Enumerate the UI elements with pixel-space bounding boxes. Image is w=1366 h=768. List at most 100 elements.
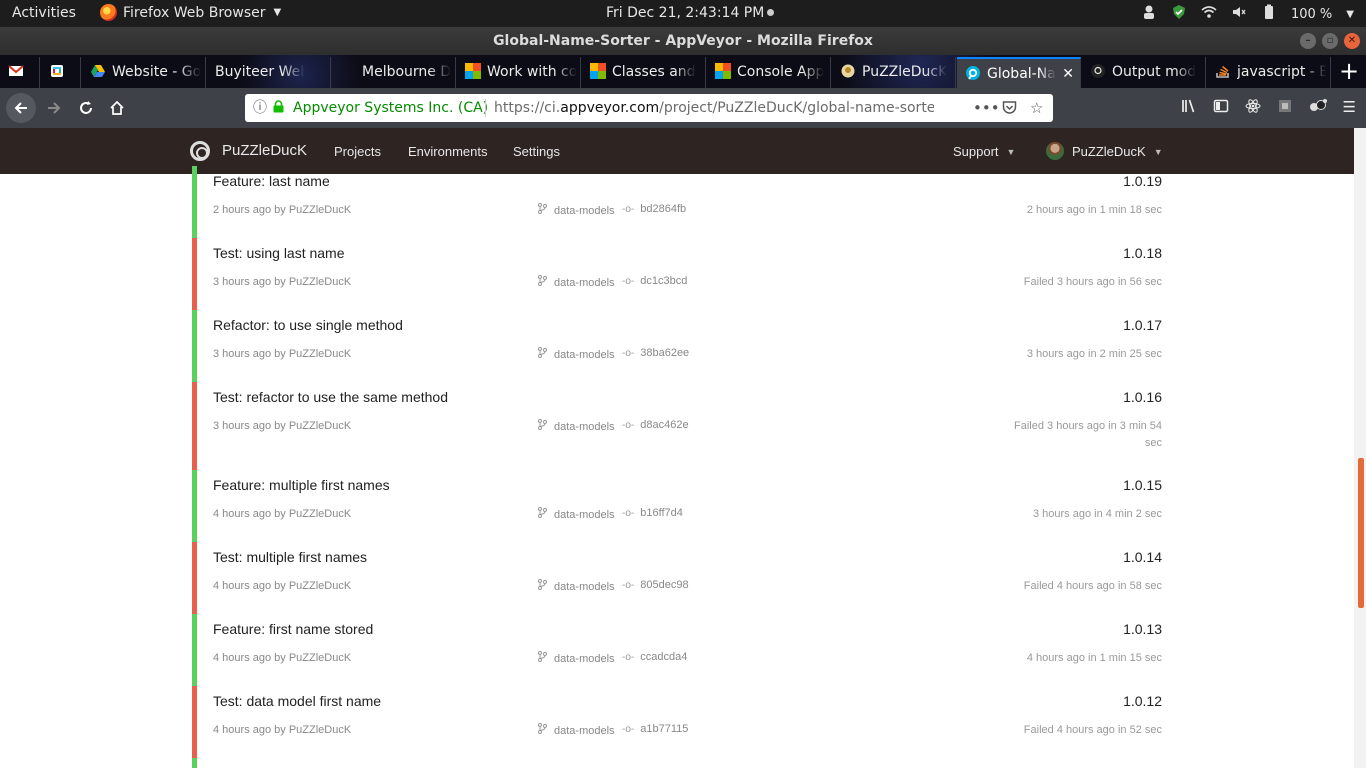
nav-projects[interactable]: Projects bbox=[334, 144, 381, 159]
account-name[interactable]: PuZZleDucK bbox=[222, 142, 307, 159]
tab-work-with[interactable]: Work with co bbox=[457, 57, 581, 88]
build-row[interactable]: Test: multiple first names 1.0.14 4 hour… bbox=[192, 542, 1164, 614]
build-message[interactable]: Test: multiple first names bbox=[213, 549, 367, 565]
build-commit[interactable]: -o-a1b77115 bbox=[622, 723, 688, 735]
menu-hamburger-icon[interactable]: ☰ bbox=[1343, 98, 1356, 118]
lock-icon[interactable] bbox=[273, 94, 284, 122]
appveyor-logo-icon[interactable] bbox=[190, 141, 210, 161]
system-tray[interactable]: 100 % ▼ bbox=[1141, 4, 1354, 24]
build-branch[interactable]: data-models bbox=[538, 275, 615, 289]
reload-icon bbox=[80, 101, 92, 114]
page-scrollbar[interactable] bbox=[1354, 128, 1366, 768]
tab-classes[interactable]: Classes and bbox=[582, 57, 706, 88]
wifi-icon[interactable] bbox=[1201, 4, 1217, 24]
tab-melbourne[interactable]: Melbourne D bbox=[332, 57, 456, 88]
build-commit[interactable]: -o-bd2864fb bbox=[622, 203, 686, 215]
build-branch[interactable]: data-models bbox=[538, 203, 615, 217]
reload-button[interactable] bbox=[72, 94, 100, 122]
build-branch[interactable]: data-models bbox=[538, 723, 615, 737]
build-version[interactable]: 1.0.19 bbox=[1123, 173, 1162, 189]
site-info-icon[interactable]: ⓘ bbox=[253, 94, 267, 122]
power-menu-chevron-icon[interactable]: ▼ bbox=[1346, 9, 1354, 20]
url-text[interactable]: https://ci.appveyor.com/project/PuZZleDu… bbox=[494, 94, 934, 122]
page-actions-icon[interactable]: ••• bbox=[973, 94, 1000, 122]
activities-button[interactable]: Activities bbox=[12, 5, 76, 21]
tab-puzzleduck[interactable]: PuZZleDucK bbox=[832, 57, 956, 88]
tab-output-mode[interactable]: Output mod bbox=[1082, 57, 1206, 88]
new-tab-button[interactable]: + bbox=[1338, 57, 1360, 85]
build-message[interactable]: Feature: first name stored bbox=[213, 621, 373, 637]
tab-global-name-sorter[interactable]: Global-Na ✕ bbox=[957, 57, 1081, 88]
maximize-button[interactable]: ▫ bbox=[1322, 33, 1338, 49]
react-devtools-icon[interactable] bbox=[1245, 98, 1261, 118]
support-menu[interactable]: Support ▼ bbox=[953, 144, 1015, 159]
tab-gmail[interactable] bbox=[0, 57, 40, 88]
update-shield-icon[interactable] bbox=[1171, 4, 1187, 24]
build-row[interactable]: Test: data model first name 1.0.12 4 hou… bbox=[192, 686, 1164, 758]
close-tab-icon[interactable]: ✕ bbox=[1062, 59, 1074, 88]
volume-icon[interactable] bbox=[1231, 4, 1247, 24]
app-menu[interactable]: Firefox Web Browser ▼ bbox=[100, 4, 281, 21]
minimize-button[interactable]: – bbox=[1300, 33, 1316, 49]
bookmark-star-icon[interactable]: ☆ bbox=[1030, 94, 1043, 122]
git-commit-icon: -o- bbox=[622, 348, 635, 359]
home-button[interactable] bbox=[103, 94, 131, 122]
nav-settings[interactable]: Settings bbox=[513, 144, 560, 159]
build-version[interactable]: 1.0.13 bbox=[1123, 621, 1162, 637]
build-commit[interactable]: -o-dc1c3bcd bbox=[622, 275, 687, 287]
tab-slack[interactable] bbox=[41, 57, 81, 88]
tab-javascript[interactable]: javascript - E bbox=[1207, 57, 1331, 88]
build-message[interactable]: Feature: multiple first names bbox=[213, 477, 390, 493]
scrollbar-thumb[interactable] bbox=[1358, 458, 1364, 608]
tab-buyiteer[interactable]: Buyiteer Web A bbox=[207, 57, 331, 88]
back-button[interactable] bbox=[6, 93, 36, 123]
build-commit[interactable]: -o- 805dec98 bbox=[622, 579, 689, 591]
home-icon bbox=[110, 100, 124, 115]
nav-environments[interactable]: Environments bbox=[408, 144, 487, 159]
build-row[interactable]: Test: refactor to use the same method 1.… bbox=[192, 382, 1164, 470]
build-version[interactable]: 1.0.14 bbox=[1123, 549, 1162, 565]
build-commit[interactable]: -o-ccadcda4 bbox=[622, 651, 687, 663]
build-commit[interactable]: -o- 38ba62ee bbox=[622, 347, 689, 359]
sidebar-icon[interactable] bbox=[1213, 98, 1229, 118]
build-branch[interactable]: data-models bbox=[538, 579, 615, 593]
build-version[interactable]: 1.0.17 bbox=[1123, 317, 1162, 333]
forward-button[interactable] bbox=[40, 94, 68, 122]
build-message[interactable]: Test: using last name bbox=[213, 245, 345, 261]
build-version[interactable]: 1.0.16 bbox=[1123, 389, 1162, 405]
user-status-icon[interactable] bbox=[1141, 4, 1157, 24]
build-branch[interactable]: data-models bbox=[538, 347, 615, 361]
build-commit[interactable]: -o-d8ac462e bbox=[622, 419, 689, 431]
pocket-icon[interactable] bbox=[1002, 94, 1017, 122]
build-version[interactable]: 1.0.12 bbox=[1123, 693, 1162, 709]
clock[interactable]: Fri Dec 21, 2:43:14 PM bbox=[606, 5, 775, 21]
build-branch[interactable]: data-models bbox=[538, 651, 615, 665]
build-version[interactable]: 1.0.15 bbox=[1123, 477, 1162, 493]
build-branch[interactable]: data-models bbox=[538, 419, 615, 433]
build-message[interactable]: Test: data model first name bbox=[213, 693, 381, 709]
build-row[interactable]: Feature: first name stored 1.0.13 4 hour… bbox=[192, 614, 1164, 686]
tab-console-app[interactable]: Console App bbox=[707, 57, 831, 88]
battery-icon[interactable] bbox=[1261, 4, 1277, 24]
build-row[interactable]: Feature: multiple first names 1.0.15 4 h… bbox=[192, 470, 1164, 542]
build-row[interactable]: Refactor: to use single method 1.0.17 3 … bbox=[192, 310, 1164, 382]
build-message[interactable]: Refactor: to use single method bbox=[213, 317, 403, 333]
build-message[interactable]: Test: refactor to use the same method bbox=[213, 389, 448, 405]
library-icon[interactable] bbox=[1181, 98, 1197, 118]
avatar[interactable] bbox=[1046, 142, 1064, 160]
build-row-partial[interactable] bbox=[192, 758, 1164, 768]
build-commit[interactable]: -o-b16ff7d4 bbox=[622, 507, 683, 519]
build-message[interactable]: Feature: last name bbox=[213, 173, 330, 189]
url-bar[interactable]: ⓘ Appveyor Systems Inc. (CA) https://ci.… bbox=[245, 94, 1053, 122]
commit-hash: ccadcda4 bbox=[640, 651, 688, 663]
build-version[interactable]: 1.0.18 bbox=[1123, 245, 1162, 261]
close-window-button[interactable]: ✕ bbox=[1344, 33, 1360, 49]
build-row[interactable]: Feature: last name 1.0.19 2 hours ago by… bbox=[192, 166, 1164, 238]
extension-dots-icon[interactable] bbox=[1309, 98, 1327, 118]
tab-website[interactable]: Website - Go bbox=[82, 57, 206, 88]
build-branch[interactable]: data-models bbox=[538, 507, 615, 521]
extension-icon[interactable] bbox=[1277, 98, 1293, 118]
git-commit-icon: -o- bbox=[622, 580, 635, 591]
build-row[interactable]: Test: using last name 1.0.18 3 hours ago… bbox=[192, 238, 1164, 310]
user-menu[interactable]: PuZZleDucK ▼ bbox=[1072, 144, 1163, 159]
